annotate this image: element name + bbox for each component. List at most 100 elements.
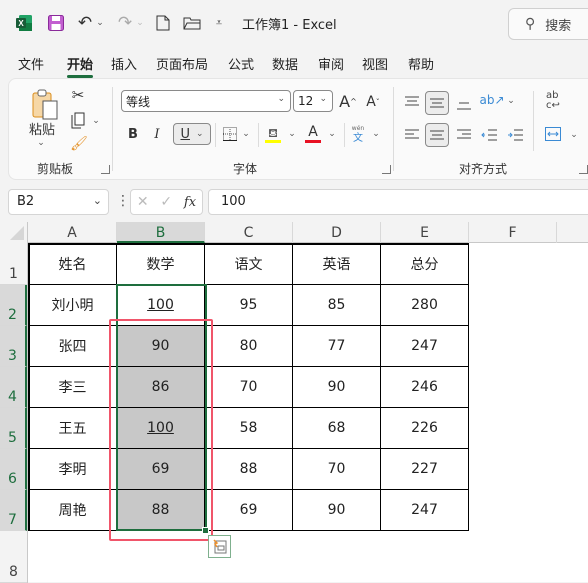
font-launcher-icon[interactable] [382,165,391,174]
search-input[interactable]: ⚲ 搜索 [508,8,588,40]
phonetic-guide-icon[interactable]: wén 文 [349,123,367,145]
copy-dropdown[interactable]: ⌄ [91,115,101,127]
row-header-3[interactable]: 3 [0,326,27,367]
cell-b1[interactable]: 数学 [117,244,205,285]
cell-c4[interactable]: 70 [205,367,293,408]
cell-e1[interactable]: 总分 [381,244,469,285]
save-icon[interactable] [46,12,66,34]
cell-c7[interactable]: 69 [205,490,293,531]
copy-icon[interactable] [67,111,87,131]
cell-e4[interactable]: 246 [381,367,469,408]
cell-a5[interactable]: 王五 [29,408,117,449]
open-folder-icon[interactable] [182,12,202,34]
cell-b4[interactable]: 86 [117,367,205,408]
top-align-icon[interactable] [403,92,421,112]
bold-button[interactable]: B [125,123,141,145]
cell-d4[interactable]: 90 [293,367,381,408]
orientation-icon[interactable]: ab↗ [479,90,504,110]
cell-e7[interactable]: 247 [381,490,469,531]
quick-analysis-button[interactable] [208,535,231,558]
merge-center-dropdown[interactable]: ⌄ [569,128,579,142]
customize-toolbar-icon[interactable]: ⩡ [212,12,226,34]
clipboard-launcher-icon[interactable] [101,165,110,174]
name-box[interactable]: B2 ⌄ [8,189,109,215]
cell-b7[interactable]: 88 [117,490,205,531]
paste-dropdown[interactable]: ⌄ [34,137,48,149]
tab-home[interactable]: 开始 [67,54,94,78]
align-left-icon[interactable] [403,125,421,145]
cell-c2[interactable]: 95 [205,285,293,326]
row-header-1[interactable]: 1 [0,243,27,285]
tab-view[interactable]: 视图 [362,54,388,73]
column-header-e[interactable]: E [381,222,469,243]
increase-indent-icon[interactable] [505,125,525,145]
cell-c1[interactable]: 语文 [205,244,293,285]
cell-e5[interactable]: 226 [381,408,469,449]
cell-a7[interactable]: 周艳 [29,490,117,531]
paste-button[interactable]: 粘贴 [27,119,57,138]
row-header-6[interactable]: 6 [0,449,27,490]
fill-color-dropdown[interactable]: ⌄ [287,127,297,141]
cell-e6[interactable]: 227 [381,449,469,490]
tab-page-layout[interactable]: 页面布局 [156,54,208,73]
cell-d7[interactable]: 90 [293,490,381,531]
cut-icon[interactable]: ✂ [69,85,87,105]
font-size-combobox[interactable]: 12 ⌄ [293,90,333,112]
middle-align-icon[interactable] [425,91,449,115]
undo-icon[interactable]: ↶ [76,12,94,34]
tab-data[interactable]: 数据 [272,54,298,73]
cell-b5[interactable]: 100 [117,408,205,449]
font-color-dropdown[interactable]: ⌄ [327,127,337,141]
cell-d2[interactable]: 85 [293,285,381,326]
format-painter-icon[interactable]: 🖌 [69,135,89,153]
undo-dropdown[interactable]: ⌄ [95,12,105,34]
row-header-5[interactable]: 5 [0,408,27,449]
cell-a4[interactable]: 李三 [29,367,117,408]
wrap-text-icon[interactable]: ab c↩ [543,90,563,112]
tab-help[interactable]: 帮助 [408,54,434,73]
tab-formulas[interactable]: 公式 [228,54,254,73]
cell-e2[interactable]: 280 [381,285,469,326]
increase-font-size-icon[interactable]: A ^ [338,90,358,112]
cell-b6[interactable]: 69 [117,449,205,490]
select-all-button[interactable] [0,222,28,243]
column-header-c[interactable]: C [205,222,293,243]
cell-b3[interactable]: 90 [117,326,205,367]
cell-d1[interactable]: 英语 [293,244,381,285]
orientation-dropdown[interactable]: ⌄ [506,94,516,108]
cell-a1[interactable]: 姓名 [29,244,117,285]
merge-center-icon[interactable] [543,124,563,144]
tab-review[interactable]: 审阅 [318,54,344,73]
cell-d6[interactable]: 70 [293,449,381,490]
cell-c3[interactable]: 80 [205,326,293,367]
decrease-font-size-icon[interactable]: Aˇ [364,92,382,112]
row-header-8[interactable]: 8 [0,531,27,583]
fill-handle[interactable] [202,527,209,534]
cell-d5[interactable]: 68 [293,408,381,449]
align-right-icon[interactable] [455,125,473,145]
column-header-f[interactable]: F [469,222,557,243]
font-name-combobox[interactable]: 等线 ⌄ [121,90,291,112]
borders-dropdown[interactable]: ⌄ [241,127,251,141]
alignment-launcher-icon[interactable] [579,165,588,174]
formula-input[interactable]: 100 [208,189,588,215]
cell-c5[interactable]: 58 [205,408,293,449]
row-header-4[interactable]: 4 [0,367,27,408]
italic-button[interactable]: I [149,123,165,145]
cell-e3[interactable]: 247 [381,326,469,367]
bottom-align-icon[interactable] [455,94,473,114]
cell-a6[interactable]: 李明 [29,449,117,490]
borders-icon[interactable] [221,125,239,143]
tab-file[interactable]: 文件 [18,54,44,73]
row-header-2[interactable]: 2 [0,285,27,326]
fill-color-button[interactable]: ⛾ [263,123,283,145]
font-color-button[interactable]: A [303,123,323,145]
more-options-icon[interactable]: ⋮ [116,193,130,209]
column-header-a[interactable]: A [28,222,117,243]
align-center-icon[interactable] [425,123,449,147]
cell-a3[interactable]: 张四 [29,326,117,367]
cell-b2[interactable]: 100 [117,285,205,326]
tab-insert[interactable]: 插入 [111,54,137,73]
cell-c6[interactable]: 88 [205,449,293,490]
column-header-d[interactable]: D [293,222,381,243]
